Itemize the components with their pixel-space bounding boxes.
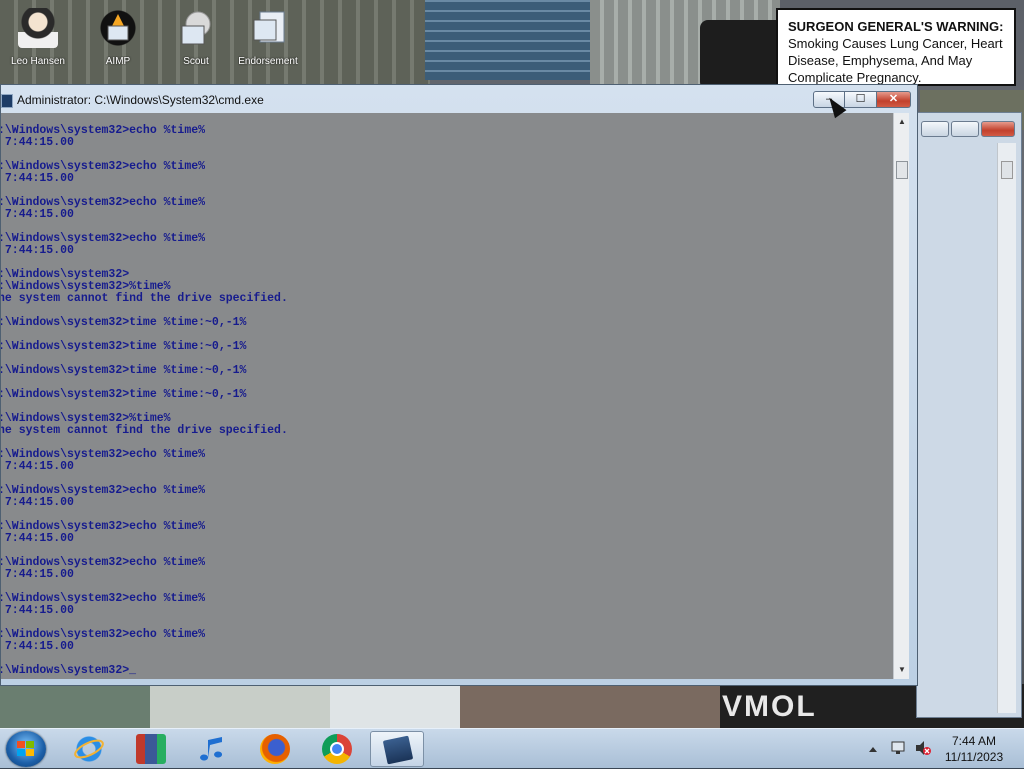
taskbar-item-music-player[interactable] [186, 731, 240, 767]
desktop-icon-label: AIMP [105, 56, 131, 67]
warning-heading: SURGEON GENERAL'S WARNING: [788, 19, 1004, 34]
cmd-title-bar[interactable]: Administrator: C:\Windows\System32\cmd.e… [1, 85, 917, 113]
close-button[interactable]: ✕ [877, 91, 911, 108]
background-scrollbar[interactable] [997, 143, 1016, 713]
warning-body: Smoking Causes Lung Cancer, Heart Diseas… [788, 36, 1003, 85]
maximize-button[interactable]: ☐ [845, 91, 877, 108]
console-output[interactable]: :\Windows\system32>echo %time% 7:44:15.0… [1, 113, 893, 679]
desktop-icon-scout[interactable]: Scout [166, 8, 226, 67]
taskbar-item-command-prompt[interactable] [370, 731, 424, 767]
character-icon [18, 8, 58, 48]
system-clock[interactable]: 7:44 AM 11/11/2023 [934, 733, 1014, 765]
background-scrollbar-thumb[interactable] [1001, 161, 1013, 179]
scrollbar-thumb[interactable] [896, 161, 908, 179]
background-maximize-button[interactable] [951, 121, 979, 137]
firefox-icon [260, 734, 290, 764]
desktop-icon-label: Endorsement [238, 56, 298, 67]
chrome-icon [322, 734, 352, 764]
cmd-icon[interactable] [1, 94, 13, 108]
wallpaper-bottom-strip [0, 684, 1024, 728]
cmd-icon [382, 735, 414, 765]
taskbar-item-archive-app[interactable] [124, 731, 178, 767]
console-scrollbar[interactable]: ▲ ▼ [893, 113, 909, 679]
taskbar-item-internet-explorer[interactable] [62, 731, 116, 767]
background-minimize-button[interactable] [921, 121, 949, 137]
background-close-button[interactable] [981, 121, 1015, 137]
desktop-icon-aimp[interactable]: AIMP [88, 8, 148, 67]
wallpaper-building [425, 0, 595, 80]
windows-logo-icon [17, 741, 35, 757]
window-title: Administrator: C:\Windows\System32\cmd.e… [17, 93, 264, 107]
ie-icon [74, 734, 104, 764]
scroll-down-icon[interactable]: ▼ [894, 663, 910, 677]
document-icon [248, 8, 288, 48]
surgeon-general-warning: SURGEON GENERAL'S WARNING: Smoking Cause… [776, 8, 1016, 86]
scroll-up-icon[interactable]: ▲ [894, 115, 910, 129]
desktop-icon-leo-hansen[interactable]: Leo Hansen [8, 8, 68, 67]
cmd-window[interactable]: Administrator: C:\Windows\System32\cmd.e… [0, 84, 918, 686]
clock-time: 7:44 AM [951, 734, 997, 748]
desktop-icon-label: Scout [183, 56, 209, 67]
desktop-icon-label: Leo Hansen [11, 56, 65, 67]
gear-icon [176, 8, 216, 48]
aimp-icon [98, 8, 138, 48]
taskbar-item-chrome[interactable] [310, 731, 364, 767]
taskbar: 7:44 AM 11/11/2023 [0, 728, 1024, 768]
show-hidden-icons-icon[interactable] [868, 741, 878, 759]
wallpaper-text: VMOL [722, 690, 817, 723]
taskbar-item-firefox[interactable] [248, 731, 302, 767]
desktop-icon-endorsement[interactable]: Endorsement [238, 8, 298, 67]
clock-date: 11/11/2023 [944, 750, 1004, 764]
archive-icon [136, 734, 166, 764]
console-text: :\Windows\system32>echo %time% 7:44:15.0… [1, 124, 288, 677]
background-window[interactable] [916, 112, 1022, 718]
network-icon[interactable] [890, 739, 908, 762]
music-note-icon [198, 734, 228, 764]
start-button[interactable] [6, 731, 46, 767]
volume-muted-icon[interactable] [914, 739, 932, 762]
